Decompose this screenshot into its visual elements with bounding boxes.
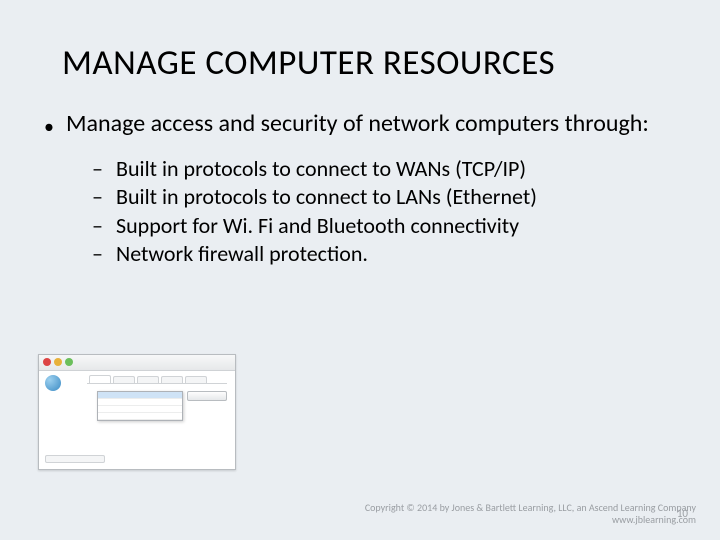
footer-url: www.jblearning.com: [24, 514, 696, 526]
tab: [89, 375, 111, 383]
window-body: [39, 371, 235, 469]
dash-icon: –: [92, 240, 116, 268]
dash-icon: –: [92, 212, 116, 240]
main-bullet: Manage access and security of network co…: [44, 110, 676, 141]
slide: MANAGE COMPUTER RESOURCES Manage access …: [0, 0, 720, 540]
tab-row: [87, 375, 227, 384]
sub-bullet-item: – Network firewall protection.: [92, 240, 676, 268]
tab: [185, 376, 207, 383]
main-bullet-text: Manage access and security of network co…: [66, 110, 649, 141]
sub-bullet-text: Built in protocols to connect to LANs (E…: [116, 183, 537, 211]
sub-bullet-text: Support for Wi. Fi and Bluetooth connect…: [116, 212, 519, 240]
dropdown-menu: [97, 391, 183, 421]
traffic-light-icon: [65, 358, 73, 366]
network-settings-screenshot: [38, 354, 236, 470]
dash-icon: –: [92, 183, 116, 211]
traffic-light-icon: [43, 358, 51, 366]
tab: [113, 376, 135, 383]
tab: [137, 376, 159, 383]
copyright-footer: Copyright © 2014 by Jones & Bartlett Lea…: [24, 502, 696, 526]
tab: [161, 376, 183, 383]
sub-bullet-item: – Built in protocols to connect to WANs …: [92, 155, 676, 183]
copyright-line: Copyright © 2014 by Jones & Bartlett Lea…: [24, 502, 696, 514]
sub-bullet-text: Built in protocols to connect to WANs (T…: [116, 155, 526, 183]
sub-bullet-item: – Support for Wi. Fi and Bluetooth conne…: [92, 212, 676, 240]
slide-title: MANAGE COMPUTER RESOURCES: [62, 42, 676, 84]
form-labels: [45, 397, 85, 427]
sub-bullet-item: – Built in protocols to connect to LANs …: [92, 183, 676, 211]
dash-icon: –: [92, 155, 116, 183]
window-titlebar: [39, 355, 235, 371]
help-button: [45, 455, 105, 463]
globe-icon: [45, 375, 61, 391]
advanced-button: [187, 391, 227, 401]
traffic-light-icon: [54, 358, 62, 366]
sub-bullet-list: – Built in protocols to connect to WANs …: [92, 155, 676, 268]
bullet-dot-icon: [44, 110, 66, 141]
sub-bullet-text: Network firewall protection.: [116, 240, 368, 268]
